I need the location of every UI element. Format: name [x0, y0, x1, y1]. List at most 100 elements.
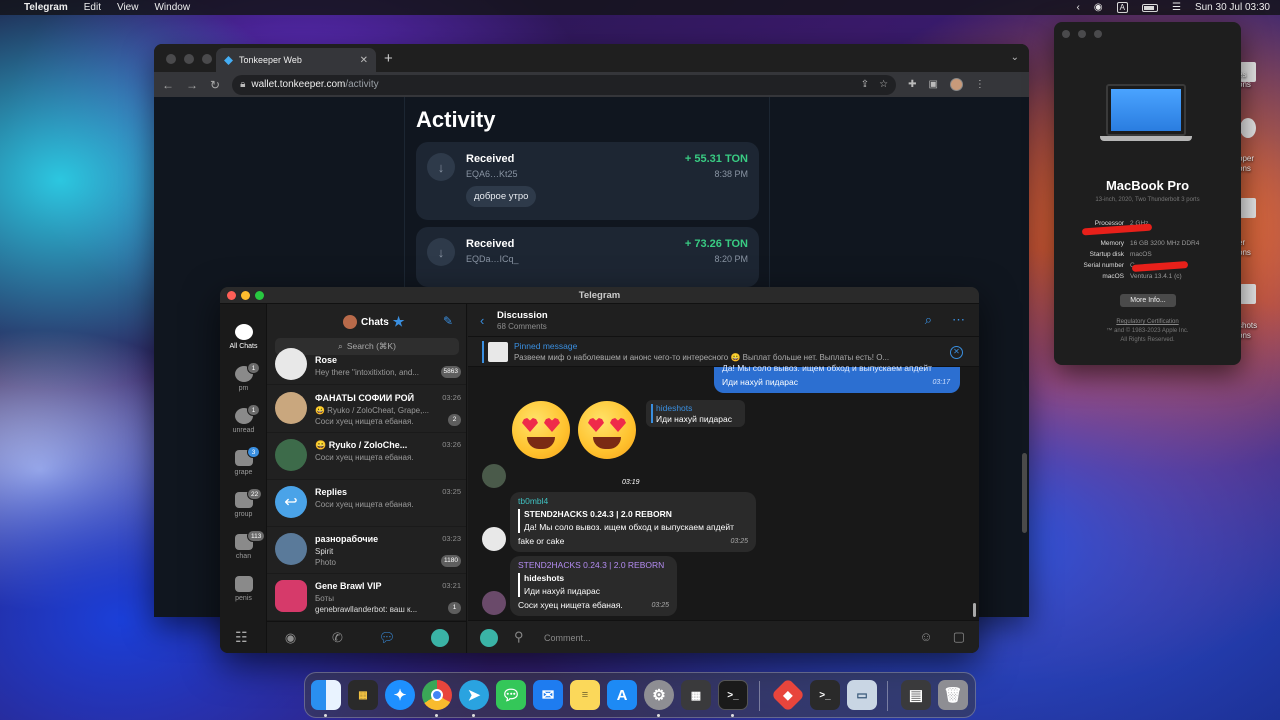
profile-avatar-icon[interactable] — [431, 628, 450, 647]
telegram-icon[interactable]: ➤ — [459, 680, 489, 710]
forward-arrow-icon[interactable]: → — [186, 78, 198, 92]
folder-grape[interactable]: 3 grape — [220, 446, 267, 476]
menu-window[interactable]: Window — [154, 2, 190, 13]
transaction-card[interactable]: ↓ Received + 73.26 TON EQDa…ICq_ 8:20 PM — [416, 227, 759, 287]
bookmark-star-icon[interactable]: ☆ — [879, 79, 888, 90]
back-chevron-icon[interactable]: ‹ — [480, 313, 484, 328]
desktop-file-icon[interactable] — [1240, 284, 1256, 304]
close-window-button[interactable] — [227, 291, 236, 300]
sticker-reply-preview[interactable]: hideshots Иди нахуй пидарас — [646, 400, 745, 427]
send-as-avatar[interactable] — [480, 629, 498, 647]
git-app-icon[interactable]: ◆ — [771, 678, 805, 712]
sender-avatar[interactable] — [482, 464, 506, 488]
folder-penis[interactable]: penis — [220, 576, 267, 602]
folder-pm[interactable]: 1 pm — [220, 362, 267, 392]
mail-icon[interactable]: ✉ — [533, 680, 563, 710]
folder-chan[interactable]: 113 chan — [220, 530, 267, 560]
compose-icon[interactable]: ✎ — [443, 314, 453, 328]
menu-edit[interactable]: Edit — [84, 2, 101, 13]
input-source-icon[interactable]: A — [1116, 2, 1128, 13]
folder-group[interactable]: 22 group — [220, 488, 267, 518]
conversation-title[interactable]: Discussion — [497, 310, 548, 321]
trash-icon[interactable]: 🗑︎ — [938, 680, 968, 710]
transaction-card[interactable]: ↓ Received + 55.31 TON EQA6…Kt25 8:38 PM… — [416, 142, 759, 220]
incoming-message[interactable]: STEND2HACKS 0.24.3 | 2.0 REBORN hideshot… — [510, 556, 677, 616]
message-scrollbar[interactable] — [973, 603, 976, 617]
calls-icon[interactable]: ✆ — [332, 630, 343, 646]
contacts-icon[interactable]: ◉ — [285, 630, 296, 646]
control-center-icon[interactable]: ☰ — [1172, 2, 1181, 13]
zoom-window-button[interactable] — [255, 291, 264, 300]
share-icon[interactable]: ⇪ — [861, 79, 869, 90]
sender-avatar[interactable] — [482, 527, 506, 551]
minimize-window-button[interactable] — [1078, 30, 1086, 38]
more-options-icon[interactable]: ⋯ — [952, 312, 965, 328]
more-info-button[interactable]: More Info... — [1120, 294, 1176, 307]
comment-input[interactable] — [544, 631, 884, 645]
browser-tab[interactable]: Tonkeeper Web ✕ — [216, 48, 376, 72]
folder-all-chats[interactable]: All Chats — [220, 324, 267, 350]
chat-list-title-text: Chats — [361, 316, 389, 328]
desktop-file-icon[interactable] — [1240, 118, 1256, 138]
app-store-icon[interactable]: A — [607, 680, 637, 710]
menu-app-name[interactable]: Telegram — [24, 2, 68, 13]
folder-unread[interactable]: 1 unread — [220, 404, 267, 434]
browser-menu-icon[interactable]: ⋮ — [975, 79, 985, 90]
menu-view[interactable]: View — [117, 2, 139, 13]
close-pinned-icon[interactable]: ✕ — [950, 346, 963, 359]
incoming-message[interactable]: tb0mbl4 STEND2HACKS 0.24.3 | 2.0 REBORN … — [510, 492, 756, 552]
launchpad-icon[interactable]: ▦ — [348, 680, 378, 710]
system-settings-icon[interactable]: ⚙ — [644, 680, 674, 710]
new-tab-icon[interactable]: + — [384, 50, 393, 67]
close-window-button[interactable] — [166, 54, 176, 64]
emoji-icon[interactable]: ☺ — [919, 629, 932, 645]
settings-sliders-icon[interactable]: ☷ — [235, 629, 248, 646]
browser-scrollbar[interactable] — [1022, 453, 1027, 533]
terminal-icon[interactable]: >_ — [718, 680, 748, 710]
tab-search-chevron-icon[interactable]: ⌄ — [1011, 52, 1019, 63]
close-tab-icon[interactable]: ✕ — [360, 55, 368, 66]
sender-avatar[interactable] — [482, 591, 506, 615]
status-app-icon[interactable]: ◉ — [1094, 2, 1103, 13]
search-icon[interactable]: ⌕ — [925, 312, 932, 328]
desktop-file-icon[interactable] — [1240, 198, 1256, 218]
regulatory-link[interactable]: Regulatory Certification — [1054, 319, 1241, 325]
reload-icon[interactable]: ↻ — [210, 78, 220, 92]
chat-row-fans[interactable]: ФАНАТЫ СОФИИ РОЙ 03:26 😀 Ryuko / ZoloChe… — [267, 386, 466, 433]
chrome-icon[interactable] — [422, 680, 452, 710]
zoom-window-button[interactable] — [1094, 30, 1102, 38]
chat-row-replies[interactable]: ↩ Replies 03:25 Соси хуец нищета ебаная. — [267, 480, 466, 527]
address-bar[interactable]: 🔒︎ wallet.tonkeeper.com/activity ⇪ ☆ — [232, 74, 897, 95]
messages-icon[interactable]: 💬︎ — [496, 680, 526, 710]
side-panel-icon[interactable]: ▣ — [928, 79, 937, 90]
close-window-button[interactable] — [1062, 30, 1070, 38]
extensions-icon[interactable]: ✚ — [908, 79, 916, 90]
bot-commands-icon[interactable]: ▢ — [953, 629, 965, 645]
heart-eyes-sticker-icon[interactable] — [578, 401, 636, 459]
outgoing-message[interactable]: Да! Мы соло вывоз. ищем обход и выпускае… — [714, 363, 960, 393]
downloads-stack-icon[interactable]: ▤ — [901, 680, 931, 710]
safari-icon[interactable]: ✦ — [385, 680, 415, 710]
chat-row-gene-brawl[interactable]: Gene Brawl VIP 03:21 Боты genebrawllande… — [267, 574, 466, 621]
chevron-left-icon[interactable]: ‹ — [1077, 2, 1080, 13]
profile-avatar-icon[interactable] — [949, 78, 963, 91]
heart-eyes-sticker-icon[interactable] — [512, 401, 570, 459]
finder-icon[interactable] — [311, 680, 341, 710]
menu-clock[interactable]: Sun 30 Jul 03:30 — [1195, 2, 1270, 13]
minimize-window-button[interactable] — [184, 54, 194, 64]
chat-row-ryuko[interactable]: 😀 Ryuko / ZoloChe... 03:26 Соси хуец нищ… — [267, 433, 466, 480]
chat-list-title[interactable]: Chats ★ — [343, 314, 404, 330]
preview-image-icon[interactable]: ▭ — [847, 680, 877, 710]
attach-paperclip-icon[interactable]: ⚲ — [514, 629, 524, 645]
chat-row-rose[interactable]: Rose Hey there ''intoxitixtion, and... 5… — [267, 348, 466, 385]
chats-icon[interactable]: 💬︎ — [379, 630, 396, 646]
battery-icon[interactable] — [1141, 3, 1158, 12]
notes-icon[interactable]: ≡ — [570, 680, 600, 710]
back-arrow-icon[interactable]: ← — [162, 78, 174, 92]
calculator-icon[interactable]: ▦ — [681, 680, 711, 710]
chat-row-workers[interactable]: разнорабочие 03:23 Spirit Photo 1180 — [267, 527, 466, 574]
zoom-window-button[interactable] — [202, 54, 212, 64]
chat-avatar — [275, 392, 307, 424]
terminal-recent-icon[interactable]: >_ — [810, 680, 840, 710]
minimize-window-button[interactable] — [241, 291, 250, 300]
